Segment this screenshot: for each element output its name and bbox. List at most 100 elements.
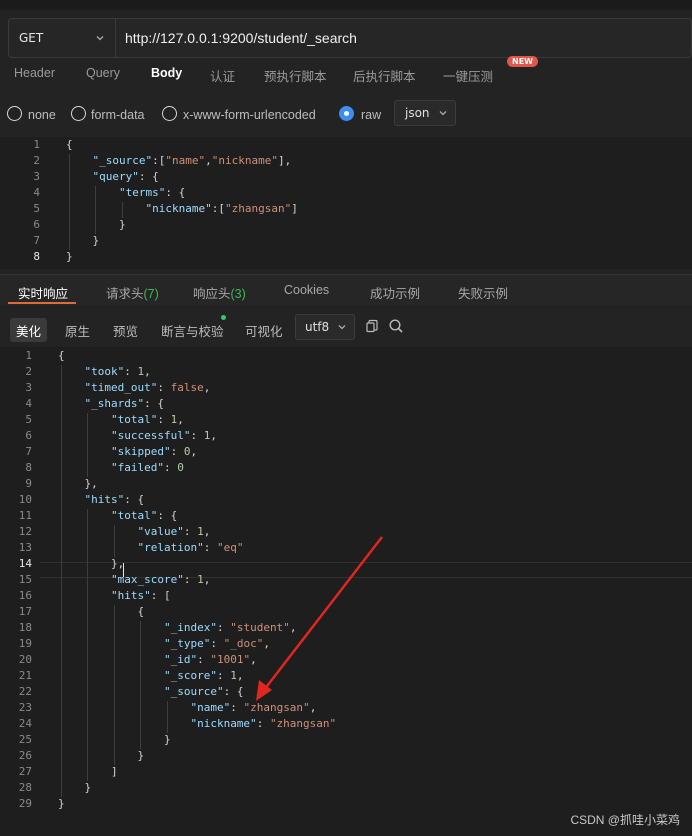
indent-guide bbox=[87, 413, 89, 429]
radio-urlencoded-label: x-www-form-urlencoded bbox=[183, 108, 316, 122]
indent-guide bbox=[61, 701, 62, 717]
code-line: "took": 1, bbox=[84, 365, 151, 378]
response-body-viewer[interactable]: 1 {2 "took": 1, 3 "timed_out": false, 4 "_s… bbox=[0, 347, 692, 836]
indent-guide bbox=[61, 573, 62, 589]
request-body-editor[interactable]: 1 {2 "_source":["name","nickname"], 3 "que… bbox=[0, 137, 692, 269]
line-number: 6 bbox=[25, 429, 32, 442]
view-raw[interactable]: 原生 bbox=[65, 318, 90, 342]
tab-success-example[interactable]: 成功示例 bbox=[370, 283, 420, 302]
code-line: "timed_out": false, bbox=[84, 381, 211, 394]
line-number: 28 bbox=[18, 781, 32, 794]
indent-guide bbox=[113, 653, 115, 669]
encoding-label: utf8 bbox=[305, 320, 330, 334]
tab-request-headers[interactable]: 请求头(7) bbox=[106, 283, 159, 302]
indent-guide bbox=[87, 573, 89, 589]
code-line: "skipped": 0, bbox=[110, 445, 198, 458]
format-label: json bbox=[405, 106, 430, 120]
code-line: "value": 1, bbox=[137, 525, 211, 538]
indent-guide bbox=[61, 477, 62, 493]
code-line: "total": 1, bbox=[110, 413, 184, 426]
encoding-select[interactable]: utf8 bbox=[295, 314, 355, 340]
line-number: 18 bbox=[18, 621, 32, 634]
indent-guide bbox=[61, 413, 62, 429]
radio-raw[interactable] bbox=[339, 106, 354, 121]
indent-guide bbox=[95, 202, 97, 218]
view-pretty[interactable]: 美化 bbox=[10, 318, 48, 342]
tab-pre-script[interactable]: 预执行脚本 bbox=[264, 66, 327, 85]
tab-response-headers-label: 响应头 bbox=[193, 287, 231, 301]
tab-live-response[interactable]: 实时响应 bbox=[18, 283, 68, 302]
indent-guide bbox=[140, 637, 142, 653]
line-number: 26 bbox=[18, 749, 32, 762]
indent-guide bbox=[61, 429, 62, 445]
indent-guide bbox=[61, 685, 62, 701]
indent-guide bbox=[69, 170, 70, 186]
tab-auth[interactable]: 认证 bbox=[210, 66, 235, 85]
line-number: 6 bbox=[33, 218, 40, 231]
code-line: "hits": { bbox=[84, 493, 145, 506]
url-input[interactable]: http://127.0.0.1:9200/student/_search bbox=[116, 30, 357, 46]
indent-guide bbox=[61, 717, 62, 733]
indent-guide bbox=[61, 765, 62, 781]
indent-guide bbox=[69, 202, 70, 218]
indent-guide bbox=[61, 461, 62, 477]
line-number: 27 bbox=[18, 765, 32, 778]
search-icon[interactable] bbox=[388, 318, 404, 334]
code-line: } bbox=[66, 234, 100, 247]
line-number: 8 bbox=[33, 250, 40, 263]
indent-guide bbox=[87, 525, 89, 541]
indent-guide bbox=[61, 541, 62, 557]
indent-guide bbox=[87, 637, 89, 653]
chevron-down-icon bbox=[338, 325, 346, 330]
view-visualize[interactable]: 可视化 bbox=[245, 318, 283, 342]
line-number: 7 bbox=[25, 445, 32, 458]
code-line: "nickname": "zhangsan" bbox=[190, 717, 337, 730]
indent-guide bbox=[61, 397, 62, 413]
tab-post-script[interactable]: 后执行脚本 bbox=[353, 66, 416, 85]
code-line: "_source":["name","nickname"], bbox=[92, 154, 292, 167]
line-number: 25 bbox=[18, 733, 32, 746]
tab-header[interactable]: Header bbox=[14, 66, 55, 80]
tab-body[interactable]: Body bbox=[151, 66, 182, 80]
indent-guide bbox=[113, 685, 115, 701]
format-select[interactable]: json bbox=[394, 100, 456, 126]
indent-guide bbox=[113, 605, 115, 621]
tab-cookies[interactable]: Cookies bbox=[284, 283, 329, 297]
indent-guide bbox=[61, 669, 62, 685]
indent-guide bbox=[61, 733, 62, 749]
code-line: } bbox=[58, 797, 65, 810]
indent-guide bbox=[87, 461, 89, 477]
line-number: 10 bbox=[18, 493, 32, 506]
indent-guide bbox=[113, 717, 115, 733]
tab-stress-test[interactable]: 一键压测 bbox=[443, 66, 493, 85]
line-number: 2 bbox=[25, 365, 32, 378]
line-number: 16 bbox=[18, 589, 32, 602]
method-select[interactable]: GET bbox=[9, 19, 116, 57]
view-assertions[interactable]: 断言与校验 bbox=[161, 318, 224, 342]
method-label: GET bbox=[19, 31, 44, 45]
indent-guide bbox=[87, 621, 89, 637]
indent-guide bbox=[140, 685, 142, 701]
code-line: "_source": { bbox=[163, 685, 244, 698]
indent-guide bbox=[87, 701, 89, 717]
tab-fail-example[interactable]: 失败示例 bbox=[458, 283, 508, 302]
indent-guide bbox=[61, 445, 62, 461]
view-preview[interactable]: 预览 bbox=[113, 318, 138, 342]
indent-guide bbox=[140, 717, 142, 733]
line-number: 7 bbox=[33, 234, 40, 247]
tab-query[interactable]: Query bbox=[86, 66, 120, 80]
radio-urlencoded[interactable] bbox=[162, 106, 177, 121]
indent-guide bbox=[166, 701, 168, 717]
radio-none-label: none bbox=[28, 108, 56, 122]
indent-guide bbox=[87, 733, 89, 749]
line-number: 29 bbox=[18, 797, 32, 810]
radio-form-data[interactable] bbox=[71, 106, 86, 121]
indent-guide bbox=[61, 621, 62, 637]
line-number: 14 bbox=[18, 557, 32, 570]
line-number: 12 bbox=[18, 525, 32, 538]
indent-guide bbox=[113, 541, 115, 557]
radio-none[interactable] bbox=[7, 106, 22, 121]
tab-response-headers[interactable]: 响应头(3) bbox=[193, 283, 246, 302]
copy-icon[interactable] bbox=[364, 318, 380, 334]
indent-guide bbox=[69, 218, 70, 234]
